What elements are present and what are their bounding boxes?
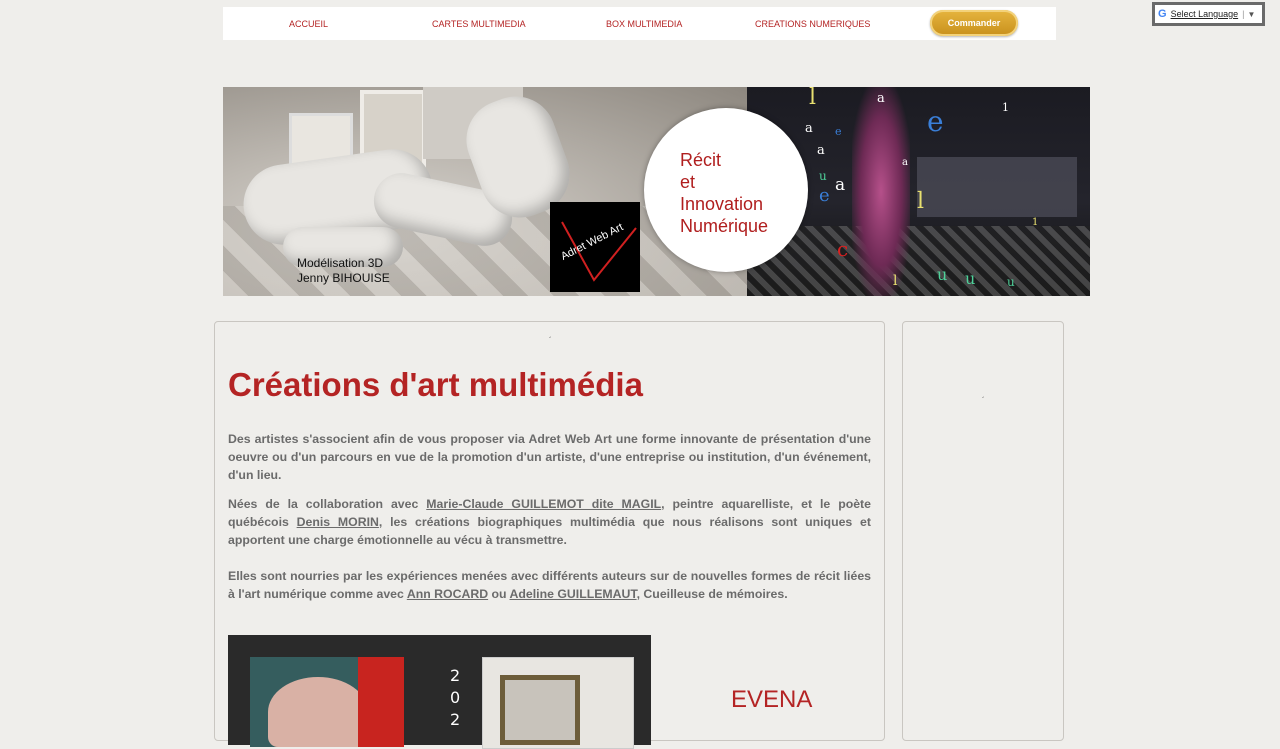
link-ann-rocard[interactable]: Ann ROCARD [407, 587, 488, 601]
nav-item-creations-numeriques[interactable]: CREATIONS NUMERIQUES [755, 19, 870, 29]
picture-frame [500, 675, 580, 745]
nav-item-cartes-multimedia[interactable]: CARTES MULTIMEDIA [432, 19, 526, 29]
link-magil[interactable]: Marie-Claude GUILLEMOT dite MAGIL [426, 497, 661, 511]
banner-tagline: Récit et Innovation Numérique [680, 150, 769, 236]
year-label: 2 0 2 [450, 666, 461, 729]
translate-widget: G Select Language | ▼ [1152, 2, 1265, 26]
dancer-figure [852, 87, 910, 296]
nav-item-accueil[interactable]: ACCUEIL [289, 19, 328, 29]
order-button[interactable]: Commander [930, 10, 1018, 36]
chevron-down-icon: ▼ [1247, 9, 1256, 19]
link-denis-morin[interactable]: Denis MORIN [297, 515, 379, 529]
top-nav: ACCUEIL CARTES MULTIMEDIA BOX MULTIMEDIA… [223, 7, 1056, 40]
banner-credit: Modélisation 3D Jenny BIHOUISE [297, 256, 390, 285]
google-icon: G [1158, 8, 1167, 20]
experiences-paragraph: Elles sont nourries par les expériences … [228, 569, 871, 601]
link-adeline-guillemaut[interactable]: Adeline GUILLEMAUT [510, 587, 637, 601]
evena-title[interactable]: EVENA [731, 686, 812, 714]
title-circle: Récit et Innovation Numérique [644, 108, 808, 272]
header-banner: Modélisation 3D Jenny BIHOUISE Adret Web… [223, 87, 1090, 296]
intro-paragraph: Des artistes s'associent afin de vous pr… [228, 432, 871, 482]
main-content-panel: ´ Créations d'art multimédia Des artiste… [214, 321, 885, 749]
nav-item-box-multimedia[interactable]: BOX MULTIMEDIA [606, 19, 682, 29]
adret-web-art-logo: Adret Web Art [550, 202, 640, 292]
heart-artwork [268, 677, 368, 747]
language-select-label[interactable]: Select Language [1171, 9, 1239, 19]
collaboration-paragraph: Nées de la collaboration avec Marie-Clau… [228, 497, 871, 547]
page-title: Créations d'art multimédia [228, 366, 643, 403]
language-select[interactable]: G Select Language | ▼ [1155, 5, 1262, 23]
evena-thumbnail[interactable]: 2 0 2 [228, 635, 651, 749]
side-panel: ´ [902, 321, 1064, 741]
